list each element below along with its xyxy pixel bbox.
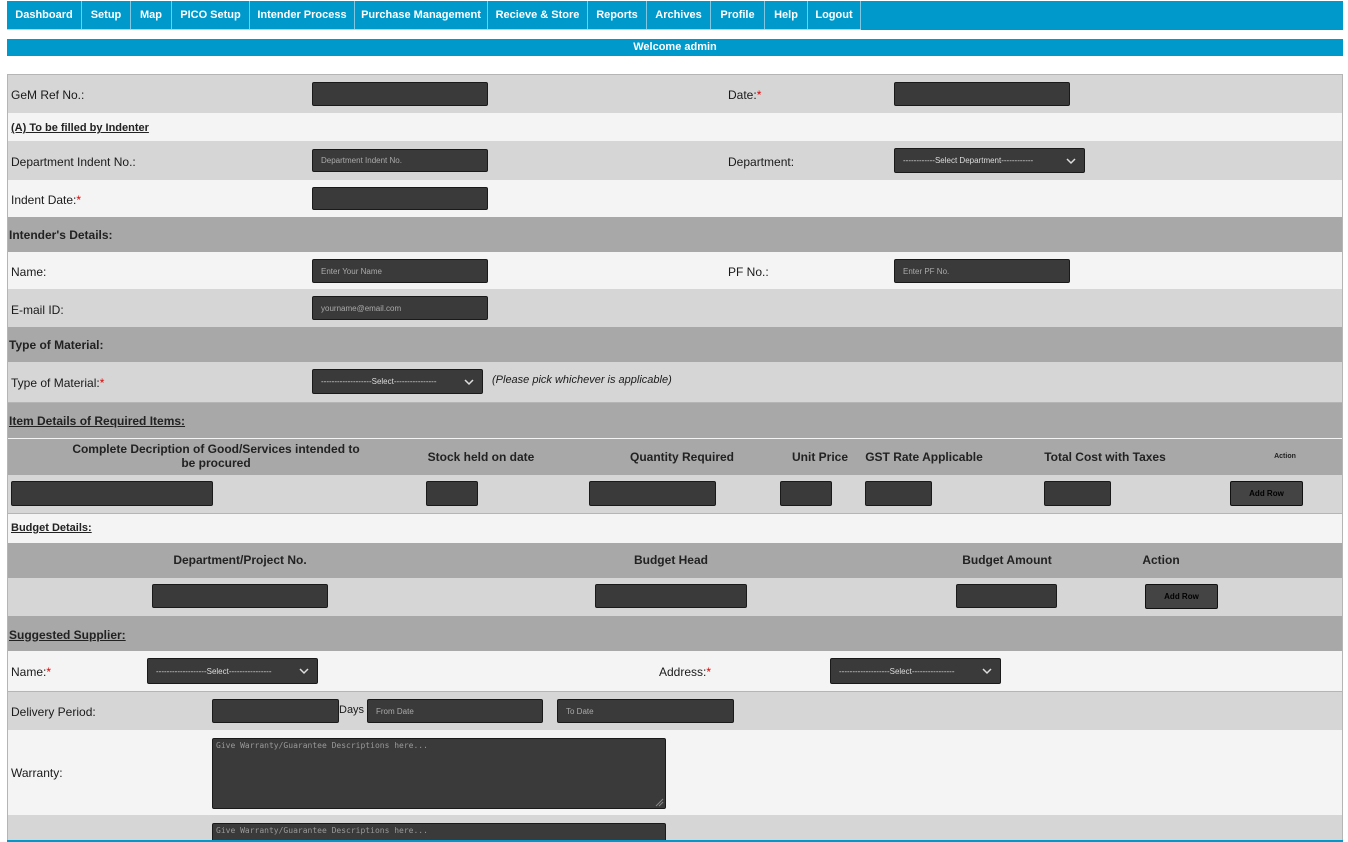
warranty2-row xyxy=(8,815,1342,842)
dept-indent-row xyxy=(8,141,1342,180)
indent-date-input[interactable] xyxy=(312,187,488,210)
item-unit-price-input[interactable] xyxy=(780,481,832,506)
items-header: Item Details of Required Items: xyxy=(9,414,186,428)
budget-header: Budget Details: xyxy=(11,522,92,534)
budget-project-input[interactable] xyxy=(152,584,328,608)
to-date-input[interactable]: To Date xyxy=(557,699,734,723)
pf-input[interactable]: Enter PF No. xyxy=(894,259,1070,283)
nav-help[interactable]: Help xyxy=(765,1,808,30)
col-budget-action: Action xyxy=(1142,553,1180,567)
gem-ref-label: GeM Ref No.: xyxy=(11,88,85,102)
material-header: Type of Material: xyxy=(9,338,104,352)
nav-logout[interactable]: Logout xyxy=(808,1,861,30)
chevron-down-icon xyxy=(982,668,992,675)
supplier-header-row xyxy=(8,616,1342,651)
budget-add-row-button[interactable]: Add Row xyxy=(1145,584,1218,609)
budget-title-row xyxy=(8,514,1342,543)
col-description: Complete Decription of Good/Services int… xyxy=(72,442,360,470)
chevron-down-icon xyxy=(299,668,309,675)
email-row xyxy=(8,289,1342,327)
email-label: E-mail ID: xyxy=(11,303,64,317)
supplier-name-label: Name:* xyxy=(11,665,52,679)
welcome-banner: Welcome admin xyxy=(7,39,1343,56)
item-add-row-button[interactable]: Add Row xyxy=(1230,481,1303,506)
from-date-input[interactable]: From Date xyxy=(367,699,543,723)
days-label: Days xyxy=(339,704,365,716)
budget-head-input[interactable] xyxy=(595,584,747,608)
dept-indent-input[interactable]: Department Indent No. xyxy=(312,149,488,172)
nav-purchase-management[interactable]: Purchase Management xyxy=(355,1,488,30)
col-quantity: Quantity Required xyxy=(629,450,734,464)
nav-map[interactable]: Map xyxy=(131,1,172,30)
budget-amount-input[interactable] xyxy=(956,584,1057,608)
department-label: Department: xyxy=(728,155,795,169)
top-nav-bar: Dashboard Setup Map PICO Setup Intender … xyxy=(7,1,1343,30)
address-select[interactable]: -------------------Select---------------… xyxy=(830,658,1001,684)
item-gst-input[interactable] xyxy=(865,481,932,506)
col-gst: GST Rate Applicable xyxy=(865,450,983,464)
gem-row xyxy=(8,75,1342,113)
pf-label: PF No.: xyxy=(728,265,769,279)
section-a-title: (A) To be filled by Indenter xyxy=(11,122,149,134)
intender-header: Intender's Details: xyxy=(9,228,113,242)
delivery-label: Delivery Period: xyxy=(11,705,96,719)
item-total-input[interactable] xyxy=(1044,481,1111,506)
supplier-name-select[interactable]: -------------------Select---------------… xyxy=(147,658,318,684)
intender-header-row xyxy=(8,217,1342,252)
name-row xyxy=(8,252,1342,289)
material-row xyxy=(8,362,1342,402)
dept-indent-label: Department Indent No.: xyxy=(11,155,136,169)
supplier-header: Suggested Supplier: xyxy=(9,628,126,642)
nav-reports[interactable]: Reports xyxy=(588,1,647,30)
chevron-down-icon xyxy=(464,378,474,385)
col-project: Department/Project No. xyxy=(173,553,307,567)
warranty-textarea[interactable]: Give Warranty/Guarantee Descriptions her… xyxy=(212,738,666,809)
col-budget-head: Budget Head xyxy=(633,553,708,567)
nav-underline xyxy=(7,29,861,30)
col-unit-price: Unit Price xyxy=(791,450,848,464)
name-label: Name: xyxy=(11,265,47,279)
gem-ref-input[interactable] xyxy=(312,82,488,106)
col-budget-amount: Budget Amount xyxy=(962,553,1052,567)
delivery-days-input[interactable] xyxy=(212,699,339,723)
material-header-row xyxy=(8,327,1342,362)
chevron-down-icon xyxy=(1066,157,1076,164)
nav-setup[interactable]: Setup xyxy=(82,1,131,30)
items-header-row xyxy=(8,403,1342,438)
item-description-input[interactable] xyxy=(11,481,213,506)
material-select[interactable]: -------------------Select---------------… xyxy=(312,369,483,394)
warranty-row xyxy=(8,730,1342,815)
nav-recieve-store[interactable]: Recieve & Store xyxy=(488,1,588,30)
warranty-label: Warranty: xyxy=(11,766,63,780)
nav-intender-process[interactable]: Intender Process xyxy=(250,1,355,30)
name-input[interactable]: Enter Your Name xyxy=(312,259,488,283)
col-stock: Stock held on date xyxy=(427,450,535,464)
col-action: Action xyxy=(1274,453,1296,460)
department-select[interactable]: ------------Select Department-----------… xyxy=(894,148,1085,173)
email-input[interactable]: yourname@email.com xyxy=(312,296,488,320)
address-label: Address:* xyxy=(659,665,712,679)
indent-date-row xyxy=(8,180,1342,217)
nav-dashboard[interactable]: Dashboard xyxy=(7,1,82,30)
nav-pico-setup[interactable]: PICO Setup xyxy=(172,1,250,30)
col-total: Total Cost with Taxes xyxy=(1044,450,1166,464)
item-quantity-input[interactable] xyxy=(589,481,716,506)
indent-date-label: Indent Date:* xyxy=(11,193,82,207)
date-input[interactable] xyxy=(894,82,1070,106)
resize-handle-icon[interactable] xyxy=(654,797,664,807)
nav-profile[interactable]: Profile xyxy=(711,1,765,30)
date-label: Date:* xyxy=(728,88,762,102)
material-label: Type of Material:* xyxy=(11,376,105,390)
section-a-row xyxy=(8,113,1342,141)
nav-archives[interactable]: Archives xyxy=(647,1,711,30)
material-hint: (Please pick whichever is applicable) xyxy=(492,374,672,386)
indent-form: GeM Ref No.: Date:* (A) To be filled by … xyxy=(7,74,1343,842)
item-stock-input[interactable] xyxy=(426,481,478,506)
